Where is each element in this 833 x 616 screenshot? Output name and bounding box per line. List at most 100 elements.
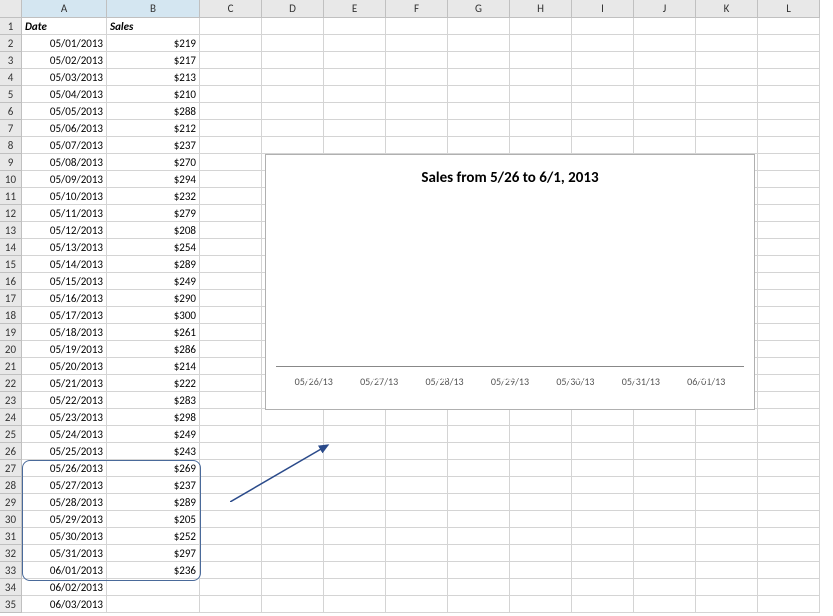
cell-H3[interactable] xyxy=(510,52,572,69)
cell-B7[interactable]: $212 xyxy=(107,120,200,137)
cell-J34[interactable] xyxy=(634,579,696,596)
cell-G30[interactable] xyxy=(448,511,510,528)
cell-A9[interactable]: 05/08/2013 xyxy=(22,154,107,171)
cell-K28[interactable] xyxy=(696,477,758,494)
cell-B27[interactable]: $269 xyxy=(107,460,200,477)
cell-J24[interactable] xyxy=(634,409,696,426)
row-header-35[interactable]: 35 xyxy=(0,596,22,613)
cell-H2[interactable] xyxy=(510,35,572,52)
row-header-30[interactable]: 30 xyxy=(0,511,22,528)
cell-E7[interactable] xyxy=(324,120,386,137)
cell-F27[interactable] xyxy=(386,460,448,477)
cell-D28[interactable] xyxy=(262,477,324,494)
row-header-4[interactable]: 4 xyxy=(0,69,22,86)
cell-G26[interactable] xyxy=(448,443,510,460)
cell-A22[interactable]: 05/21/2013 xyxy=(22,375,107,392)
cell-J5[interactable] xyxy=(634,86,696,103)
cell-D26[interactable] xyxy=(262,443,324,460)
cell-H34[interactable] xyxy=(510,579,572,596)
cell-B26[interactable]: $243 xyxy=(107,443,200,460)
cell-J35[interactable] xyxy=(634,596,696,613)
cell-I2[interactable] xyxy=(572,35,634,52)
cell-C14[interactable] xyxy=(200,239,262,256)
cell-C21[interactable] xyxy=(200,358,262,375)
cell-B30[interactable]: $205 xyxy=(107,511,200,528)
cell-B22[interactable]: $222 xyxy=(107,375,200,392)
cell-K29[interactable] xyxy=(696,494,758,511)
cell-L17[interactable] xyxy=(758,290,820,307)
cell-B11[interactable]: $232 xyxy=(107,188,200,205)
cell-H27[interactable] xyxy=(510,460,572,477)
cell-F34[interactable] xyxy=(386,579,448,596)
cell-K4[interactable] xyxy=(696,69,758,86)
cell-B21[interactable]: $214 xyxy=(107,358,200,375)
cell-J27[interactable] xyxy=(634,460,696,477)
cell-D30[interactable] xyxy=(262,511,324,528)
cell-B18[interactable]: $300 xyxy=(107,307,200,324)
cell-A35[interactable]: 06/03/2013 xyxy=(22,596,107,613)
cell-J29[interactable] xyxy=(634,494,696,511)
cell-E1[interactable] xyxy=(324,18,386,35)
cell-B25[interactable]: $249 xyxy=(107,426,200,443)
cell-D24[interactable] xyxy=(262,409,324,426)
cell-B2[interactable]: $219 xyxy=(107,35,200,52)
cell-L11[interactable] xyxy=(758,188,820,205)
cell-L13[interactable] xyxy=(758,222,820,239)
cell-L8[interactable] xyxy=(758,137,820,154)
cell-L31[interactable] xyxy=(758,528,820,545)
cell-C24[interactable] xyxy=(200,409,262,426)
cell-D3[interactable] xyxy=(262,52,324,69)
col-header-D[interactable]: D xyxy=(262,0,324,18)
cell-F32[interactable] xyxy=(386,545,448,562)
row-header-9[interactable]: 9 xyxy=(0,154,22,171)
select-all-corner[interactable] xyxy=(0,0,22,18)
cell-A8[interactable]: 05/07/2013 xyxy=(22,137,107,154)
cell-A23[interactable]: 05/22/2013 xyxy=(22,392,107,409)
cell-D27[interactable] xyxy=(262,460,324,477)
cell-B29[interactable]: $289 xyxy=(107,494,200,511)
cell-A14[interactable]: 05/13/2013 xyxy=(22,239,107,256)
cell-L19[interactable] xyxy=(758,324,820,341)
cell-L33[interactable] xyxy=(758,562,820,579)
cell-E30[interactable] xyxy=(324,511,386,528)
cell-F7[interactable] xyxy=(386,120,448,137)
cell-I8[interactable] xyxy=(572,137,634,154)
cell-A18[interactable]: 05/17/2013 xyxy=(22,307,107,324)
cell-K5[interactable] xyxy=(696,86,758,103)
cell-B5[interactable]: $210 xyxy=(107,86,200,103)
cell-L34[interactable] xyxy=(758,579,820,596)
cell-K33[interactable] xyxy=(696,562,758,579)
cell-H31[interactable] xyxy=(510,528,572,545)
cell-G25[interactable] xyxy=(448,426,510,443)
cell-I25[interactable] xyxy=(572,426,634,443)
row-header-26[interactable]: 26 xyxy=(0,443,22,460)
cell-B28[interactable]: $237 xyxy=(107,477,200,494)
cell-A1[interactable]: Date xyxy=(22,18,107,35)
cell-G31[interactable] xyxy=(448,528,510,545)
cell-L22[interactable] xyxy=(758,375,820,392)
cell-C15[interactable] xyxy=(200,256,262,273)
cell-B19[interactable]: $261 xyxy=(107,324,200,341)
cell-I4[interactable] xyxy=(572,69,634,86)
cell-I35[interactable] xyxy=(572,596,634,613)
row-header-23[interactable]: 23 xyxy=(0,392,22,409)
cell-F4[interactable] xyxy=(386,69,448,86)
cell-H32[interactable] xyxy=(510,545,572,562)
row-header-16[interactable]: 16 xyxy=(0,273,22,290)
cell-B15[interactable]: $289 xyxy=(107,256,200,273)
cell-D7[interactable] xyxy=(262,120,324,137)
cell-H28[interactable] xyxy=(510,477,572,494)
cell-H35[interactable] xyxy=(510,596,572,613)
cell-L12[interactable] xyxy=(758,205,820,222)
cell-C26[interactable] xyxy=(200,443,262,460)
cell-L23[interactable] xyxy=(758,392,820,409)
cell-G8[interactable] xyxy=(448,137,510,154)
cell-C2[interactable] xyxy=(200,35,262,52)
cell-L14[interactable] xyxy=(758,239,820,256)
cell-C18[interactable] xyxy=(200,307,262,324)
cell-C10[interactable] xyxy=(200,171,262,188)
cell-D1[interactable] xyxy=(262,18,324,35)
cell-B4[interactable]: $213 xyxy=(107,69,200,86)
row-header-2[interactable]: 2 xyxy=(0,35,22,52)
cell-A33[interactable]: 06/01/2013 xyxy=(22,562,107,579)
